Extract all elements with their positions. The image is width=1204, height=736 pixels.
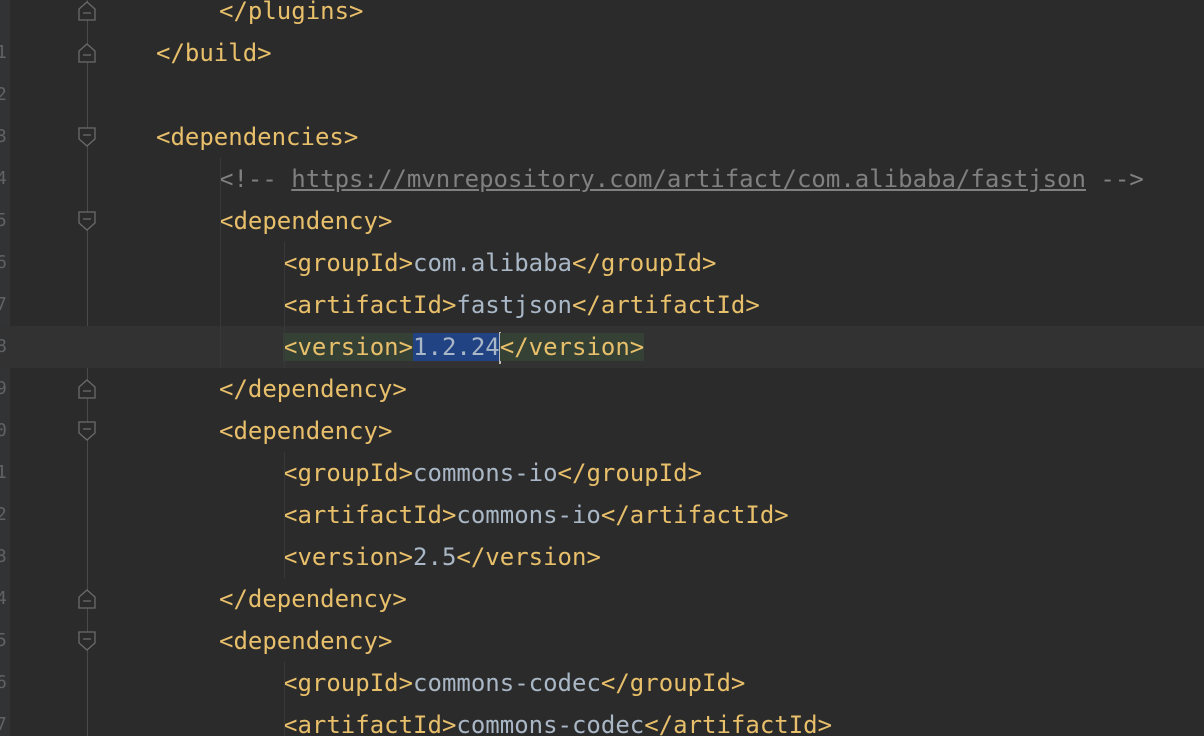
code-line[interactable]: <artifactId>commons-codec</artifactId> (0, 704, 1204, 736)
xml-tag: <groupId> (283, 669, 414, 697)
line-number: 6 (0, 672, 7, 693)
tag-value: commons-io (413, 459, 558, 487)
code-line[interactable]: <groupId>commons-io</groupId> (0, 452, 1204, 494)
xml-tag: </groupId> (557, 459, 703, 487)
xml-tag: </groupId> (600, 669, 746, 697)
line-number: 0 (0, 420, 7, 441)
xml-tag: <dependency> (219, 417, 393, 445)
code-line-content: <dependency> (219, 200, 392, 242)
xml-tag: </version> (456, 543, 601, 571)
code-line[interactable]: <dependency> (0, 620, 1204, 662)
code-line-content: <artifactId>fastjson</artifactId> (283, 284, 760, 326)
xml-tag: <dependency> (219, 207, 393, 235)
xml-tag: <dependencies> (156, 123, 359, 151)
xml-tag: <groupId> (283, 249, 414, 277)
xml-tag: <artifactId> (283, 711, 457, 736)
code-line[interactable]: <version>2.5</version> (0, 536, 1204, 578)
line-number: 5 (0, 210, 7, 231)
code-line-content: <artifactId>commons-codec</artifactId> (283, 704, 832, 736)
line-number: 1 (0, 42, 7, 63)
indent-guide (220, 158, 221, 368)
xml-tag: <version> (283, 333, 414, 361)
line-number: 8 (0, 336, 7, 357)
code-line-content: <!-- https://mvnrepository.com/artifact/… (219, 158, 1144, 200)
tag-value: commons-codec (413, 669, 601, 697)
code-line-content: </dependency> (219, 368, 407, 410)
tag-value: 1.2.24 (413, 333, 500, 361)
xml-tag: </plugins> (219, 0, 364, 25)
code-line[interactable]: <groupId>commons-codec</groupId> (0, 662, 1204, 704)
line-number: 7 (0, 294, 7, 315)
code-line-content: <groupId>com.alibaba</groupId> (283, 242, 717, 284)
code-line-content: <version>2.5</version> (283, 536, 601, 578)
code-line[interactable]: </dependency> (0, 368, 1204, 410)
code-line[interactable]: <artifactId>fastjson</artifactId> (0, 284, 1204, 326)
code-line[interactable]: <dependencies> (0, 116, 1204, 158)
xml-tag: </artifactId> (571, 291, 760, 319)
code-line[interactable] (0, 74, 1204, 116)
code-line-content: </plugins> (219, 0, 364, 32)
line-number: 2 (0, 84, 7, 105)
indent-guide (284, 242, 285, 368)
comment-link[interactable]: https://mvnrepository.com/artifact/com.a… (291, 165, 1086, 193)
line-number: 4 (0, 588, 7, 609)
xml-comment: <!-- (219, 165, 292, 193)
code-line[interactable]: <dependency> (0, 410, 1204, 452)
line-number: 4 (0, 168, 7, 189)
code-line[interactable]: </plugins> (0, 0, 1204, 32)
line-number: 3 (0, 546, 7, 567)
xml-tag: </artifactId> (600, 501, 789, 529)
tag-value: com.alibaba (413, 249, 572, 277)
tag-value: commons-codec (456, 711, 645, 736)
code-line[interactable]: <dependency> (0, 200, 1204, 242)
xml-tag: </dependency> (219, 375, 407, 403)
line-number: 2 (0, 504, 7, 525)
indent-guide (284, 662, 285, 736)
code-line-content: <dependency> (219, 410, 392, 452)
line-number: 3 (0, 126, 7, 147)
line-number: 6 (0, 252, 7, 273)
xml-tag: <groupId> (283, 459, 414, 487)
code-line-content: <version>1.2.24</version> (283, 326, 645, 368)
code-line[interactable]: </dependency> (0, 578, 1204, 620)
code-line-content: </dependency> (219, 578, 407, 620)
indent-guide (284, 452, 285, 578)
xml-tag: <dependency> (219, 627, 393, 655)
xml-tag: <artifactId> (283, 291, 457, 319)
xml-tag: </version> (499, 333, 645, 361)
code-line[interactable]: <!-- https://mvnrepository.com/artifact/… (0, 158, 1204, 200)
xml-comment: --> (1085, 165, 1144, 193)
line-number: 1 (0, 462, 7, 483)
xml-tag: <version> (283, 543, 414, 571)
code-line-content: </build> (156, 32, 272, 74)
xml-tag: <artifactId> (283, 501, 457, 529)
tag-value: fastjson (456, 291, 572, 319)
tag-value: commons-io (456, 501, 601, 529)
xml-tag: </dependency> (219, 585, 407, 613)
code-line-content: <groupId>commons-codec</groupId> (283, 662, 745, 704)
code-line-content: <dependency> (219, 620, 392, 662)
code-line-content: <groupId>commons-io</groupId> (283, 452, 702, 494)
xml-tag: </build> (156, 39, 272, 67)
xml-tag: </groupId> (572, 249, 717, 277)
line-number: 5 (0, 630, 7, 651)
code-line-content: <artifactId>commons-io</artifactId> (283, 494, 789, 536)
code-line[interactable]: <version>1.2.24</version> (0, 326, 1204, 368)
line-number: 7 (0, 714, 7, 735)
xml-tag: </artifactId> (644, 711, 833, 736)
line-number: 9 (0, 378, 7, 399)
tag-value: 2.5 (413, 543, 457, 571)
code-editor[interactable]: </plugins> </build> <dependencies> <!-- htt… (0, 0, 1204, 736)
code-line-content: <dependencies> (156, 116, 358, 158)
code-line[interactable]: </build> (0, 32, 1204, 74)
code-line[interactable]: <artifactId>commons-io</artifactId> (0, 494, 1204, 536)
code-line[interactable]: <groupId>com.alibaba</groupId> (0, 242, 1204, 284)
